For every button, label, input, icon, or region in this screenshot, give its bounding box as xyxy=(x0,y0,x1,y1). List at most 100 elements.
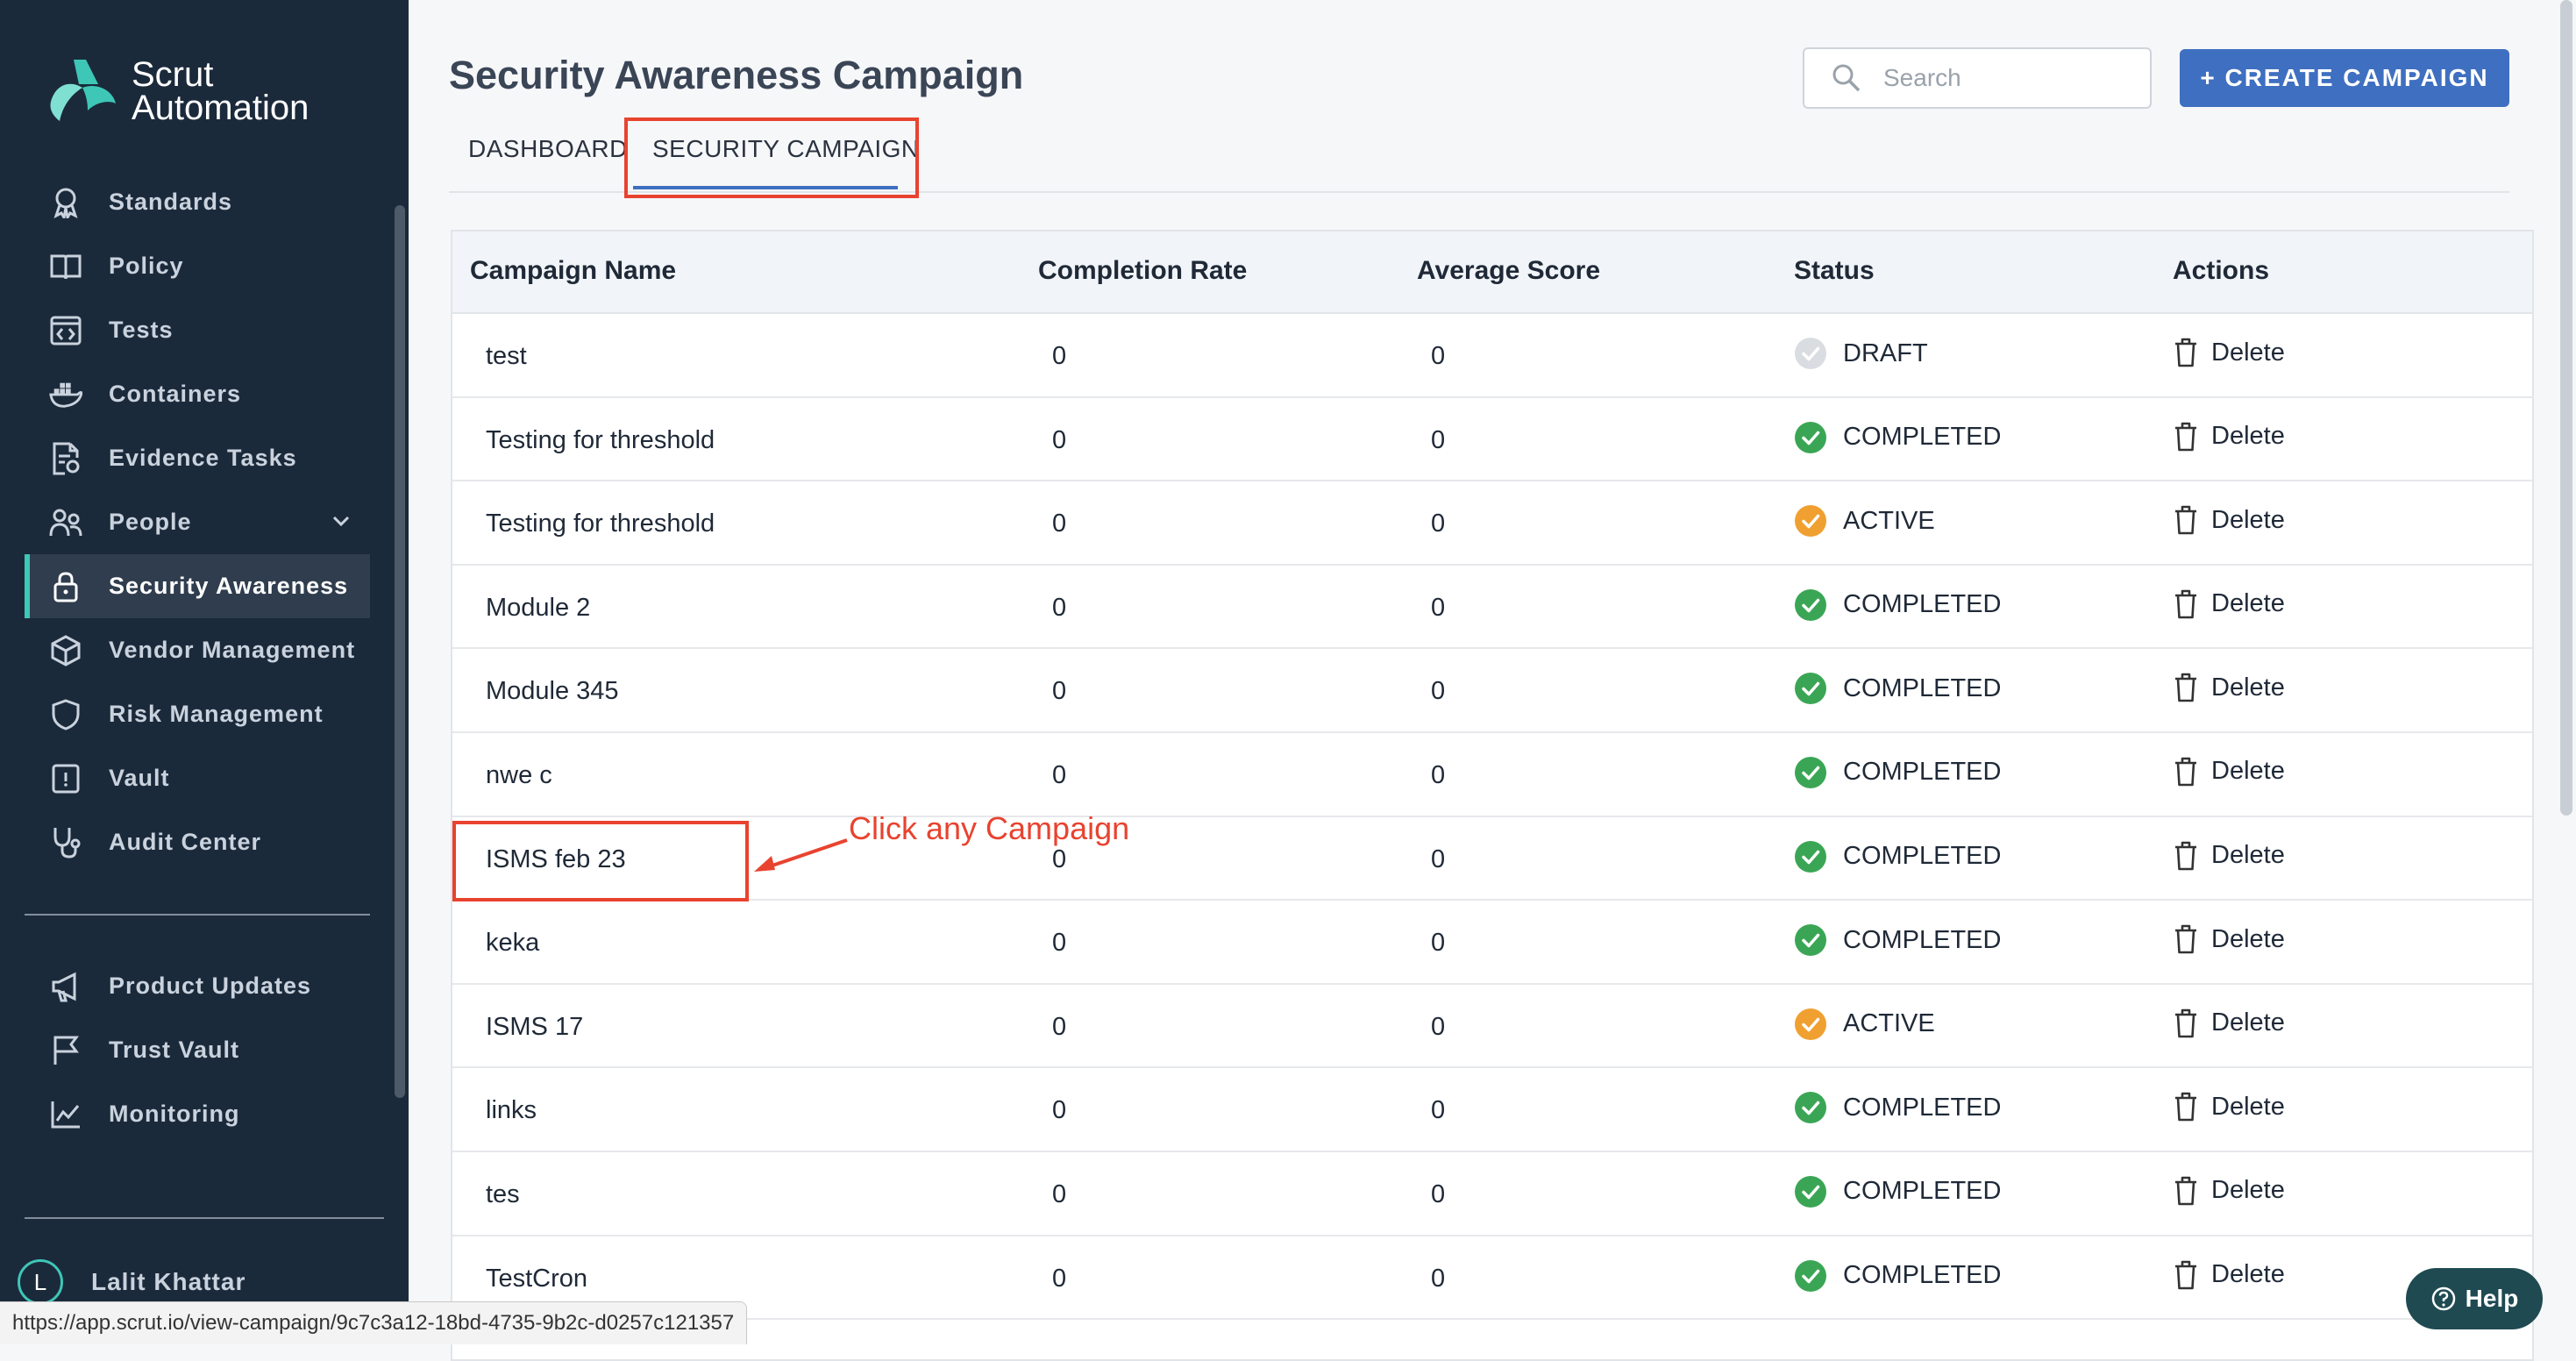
status-label: ACTIVE xyxy=(1843,1009,1935,1038)
completed-check-icon xyxy=(1795,1175,1826,1208)
completion-rate-value: 0 xyxy=(1052,593,1067,622)
status-badge: ACTIVE xyxy=(1794,504,1935,538)
help-button[interactable]: Help xyxy=(2406,1268,2543,1329)
brand-name: Scrut Automation xyxy=(132,55,309,125)
tab-dashboard[interactable]: DASHBOARD xyxy=(468,135,628,163)
table-row[interactable]: test 0 0 DRAFT Delete xyxy=(452,314,2532,398)
sidebar-scrollbar[interactable] xyxy=(395,205,405,1098)
status-badge: COMPLETED xyxy=(1794,1091,2001,1124)
people-icon xyxy=(49,506,82,539)
sidebar-item-label: Containers xyxy=(109,381,242,407)
status-url: https://app.scrut.io/view-campaign/9c7c3… xyxy=(0,1301,748,1344)
sidebar-item-label: Policy xyxy=(109,253,184,279)
sidebar-item-vault[interactable]: Vault xyxy=(25,746,370,810)
table-row[interactable]: TestCron 0 0 COMPLETED Delete xyxy=(452,1236,2532,1321)
brand-line1: Scrut xyxy=(132,55,214,94)
campaign-name-link[interactable]: nwe c xyxy=(486,761,552,790)
delete-button[interactable]: Delete xyxy=(2173,840,2285,872)
completion-rate-value: 0 xyxy=(1052,425,1067,454)
completed-check-icon xyxy=(1795,840,1826,873)
delete-button[interactable]: Delete xyxy=(2173,1259,2285,1291)
average-score-value: 0 xyxy=(1431,342,1446,370)
delete-button[interactable]: Delete xyxy=(2173,923,2285,955)
status-label: COMPLETED xyxy=(1843,673,2002,702)
table-row[interactable]: Module 2 0 0 COMPLETED Delete xyxy=(452,566,2532,650)
table-header: Campaign Name Completion Rate Average Sc… xyxy=(452,232,2532,314)
chevron-down-icon[interactable] xyxy=(331,511,351,531)
sidebar-item-label: Risk Management xyxy=(109,701,324,727)
sidebar-item-standards[interactable]: Standards xyxy=(25,170,370,234)
campaign-name-link[interactable]: Testing for threshold xyxy=(486,426,715,455)
search-box[interactable] xyxy=(1803,47,2152,109)
table-row[interactable]: Module 345 0 0 COMPLETED Delete xyxy=(452,649,2532,733)
sidebar-item-product-updates[interactable]: Product Updates xyxy=(25,954,370,1018)
delete-label: Delete xyxy=(2211,505,2285,534)
flag-icon xyxy=(49,1034,82,1067)
delete-label: Delete xyxy=(2211,673,2285,702)
status-label: COMPLETED xyxy=(1843,590,2002,619)
sidebar-item-label: Security Awareness xyxy=(109,573,349,599)
sidebar-item-audit-center[interactable]: Audit Center xyxy=(25,810,370,874)
completed-check-icon xyxy=(1795,1092,1826,1124)
search-input[interactable] xyxy=(1882,63,2148,93)
sidebar-item-evidence-tasks[interactable]: Evidence Tasks xyxy=(25,426,370,490)
shield-icon xyxy=(49,698,82,731)
delete-button[interactable]: Delete xyxy=(2173,1008,2285,1039)
page-scrollbar[interactable] xyxy=(2560,0,2572,816)
sidebar-item-label: Audit Center xyxy=(109,829,261,855)
sidebar-item-containers[interactable]: Containers xyxy=(25,362,370,426)
sidebar-item-risk-management[interactable]: Risk Management xyxy=(25,682,370,746)
campaign-name-link[interactable]: TestCron xyxy=(486,1265,587,1293)
sidebar-item-label: Standards xyxy=(109,189,233,215)
chart-line-icon xyxy=(49,1098,82,1131)
trash-icon xyxy=(2175,1008,2196,1038)
annotation-arrow-icon xyxy=(754,838,848,872)
campaign-name-link[interactable]: links xyxy=(486,1096,537,1125)
question-circle-icon xyxy=(2431,1286,2455,1311)
sidebar-item-vendor-management[interactable]: Vendor Management xyxy=(25,618,370,682)
delete-button[interactable]: Delete xyxy=(2173,504,2285,536)
sidebar-item-monitoring[interactable]: Monitoring xyxy=(25,1082,370,1146)
table-row[interactable]: nwe c 0 0 COMPLETED Delete xyxy=(452,733,2532,817)
delete-button[interactable]: Delete xyxy=(2173,588,2285,620)
delete-button[interactable]: Delete xyxy=(2173,672,2285,703)
delete-button[interactable]: Delete xyxy=(2173,1091,2285,1122)
campaign-name-link[interactable]: test xyxy=(486,342,527,371)
annotation-text: Click any Campaign xyxy=(849,810,1130,846)
completion-rate-value: 0 xyxy=(1052,677,1067,706)
delete-button[interactable]: Delete xyxy=(2173,337,2285,368)
campaign-name-link[interactable]: Module 2 xyxy=(486,594,590,623)
sidebar-item-security-awareness[interactable]: Security Awareness xyxy=(25,554,370,618)
completion-rate-value: 0 xyxy=(1052,342,1067,370)
delete-label: Delete xyxy=(2211,1260,2285,1289)
campaign-name-link[interactable]: Module 345 xyxy=(486,677,619,706)
campaign-name-link[interactable]: keka xyxy=(486,929,539,958)
campaign-name-link[interactable]: tes xyxy=(486,1180,520,1209)
table-row[interactable]: tes 0 0 COMPLETED Delete xyxy=(452,1152,2532,1236)
sidebar-item-trust-vault[interactable]: Trust Vault xyxy=(25,1018,370,1082)
create-campaign-button[interactable]: + CREATE CAMPAIGN xyxy=(2180,49,2509,107)
delete-button[interactable]: Delete xyxy=(2173,421,2285,452)
sidebar-item-label: People xyxy=(109,509,192,535)
sidebar-secondary-nav: Product Updates Trust Vault Monitoring xyxy=(25,954,370,1146)
sidebar-item-tests[interactable]: Tests xyxy=(25,298,370,362)
status-badge: DRAFT xyxy=(1794,337,1928,370)
trash-icon xyxy=(2175,1260,2196,1289)
table-row[interactable]: Testing for threshold 0 0 ACTIVE Delete xyxy=(452,481,2532,566)
sidebar-item-policy[interactable]: Policy xyxy=(25,234,370,298)
delete-button[interactable]: Delete xyxy=(2173,756,2285,787)
sidebar-item-people[interactable]: People xyxy=(25,490,370,554)
status-badge: COMPLETED xyxy=(1794,923,2001,957)
status-badge: COMPLETED xyxy=(1794,588,2001,622)
sidebar-item-label: Product Updates xyxy=(109,973,312,999)
user-profile[interactable]: L Lalit Khattar xyxy=(18,1259,246,1305)
table-row[interactable]: Testing for threshold 0 0 COMPLETED Delete xyxy=(452,398,2532,482)
table-row[interactable]: ISMS 17 0 0 ACTIVE Delete xyxy=(452,985,2532,1069)
campaign-name-link[interactable]: Testing for threshold xyxy=(486,509,715,538)
delete-button[interactable]: Delete xyxy=(2173,1175,2285,1207)
brand-logo[interactable]: Scrut Automation xyxy=(47,55,309,125)
table-row[interactable]: keka 0 0 COMPLETED Delete xyxy=(452,901,2532,985)
campaign-name-link[interactable]: ISMS 17 xyxy=(486,1013,583,1042)
table-row[interactable]: links 0 0 COMPLETED Delete xyxy=(452,1068,2532,1152)
column-header-status: Status xyxy=(1794,256,1875,285)
